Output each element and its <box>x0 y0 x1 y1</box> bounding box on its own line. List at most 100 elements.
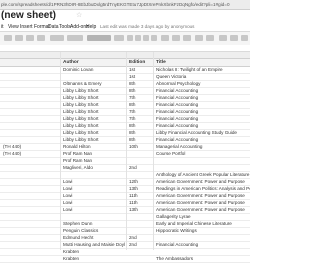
cell-title[interactable]: American Government: Power and Purpose <box>156 179 250 185</box>
cell-author[interactable]: Lowi <box>63 207 125 213</box>
font-family-select[interactable] <box>87 35 111 41</box>
borders-icon[interactable] <box>172 35 180 41</box>
address-bar[interactable]: ple.com/spreadsheets/d/1PRN3hDIR-8EbJbuD… <box>0 0 250 10</box>
column-letters-header[interactable] <box>0 52 250 59</box>
cell-edition[interactable]: 10th <box>129 144 151 150</box>
column-header-edition[interactable]: Edition <box>129 59 151 66</box>
cell-edition[interactable]: 13th <box>129 207 151 213</box>
table-row[interactable]: Edmund Hecht 2nd <box>0 235 250 242</box>
font-size-select[interactable] <box>114 35 124 41</box>
cell-author[interactable]: Libby Libby Short <box>63 109 125 115</box>
cell-id[interactable]: (TH 440) <box>3 151 57 157</box>
cell-title[interactable]: Financial Accounting <box>156 109 250 115</box>
cell-title[interactable]: Abnormal Psychology <box>156 81 250 87</box>
cell-author[interactable]: Lowi <box>63 200 125 206</box>
column-header-title[interactable]: Title <box>156 59 250 66</box>
cell-title[interactable]: Early and Imperial Chinese Literature <box>156 221 250 227</box>
table-row[interactable]: Libby Libby Short 8th Financial Accounting <box>0 102 250 109</box>
table-row[interactable]: Libby Libby Short 8th Financial Accounting <box>0 137 250 144</box>
bold-icon[interactable] <box>127 35 133 41</box>
wrap-icon[interactable] <box>206 35 214 41</box>
cell-title[interactable]: Financial Accounting <box>156 88 250 94</box>
table-row[interactable]: Magliveri, Aldo 2nd <box>0 165 250 172</box>
table-row[interactable]: Oltmanns & Emery 8th Abnormal Psychology <box>0 81 250 88</box>
table-row[interactable]: Lowi 13th Readings in American Politics: A… <box>0 186 250 193</box>
cell-title[interactable]: Anthology of Ancient Greek Popular Liter… <box>156 172 250 178</box>
cell-title[interactable]: American Government: Power and Purpose <box>156 193 250 199</box>
header-row[interactable]: Author Edition Title <box>0 59 250 67</box>
cell-title[interactable]: Libby Financial Accounting Study Guide <box>156 130 250 136</box>
table-row[interactable]: Lowi 12th American Government: Power and P… <box>0 179 250 186</box>
align-icon[interactable] <box>195 35 203 41</box>
table-row[interactable]: Lowi 11th American Government: Power and P… <box>0 193 250 200</box>
cell-edition[interactable]: 13th <box>129 186 151 192</box>
cell-author[interactable]: Libby Libby Short <box>63 88 125 94</box>
cell-title[interactable]: Hippocratic Writings <box>156 228 250 234</box>
table-row[interactable]: Libby Libby Short 7th Financial Accounting <box>0 109 250 116</box>
cell-title[interactable]: American Government: Power and Purpose <box>156 207 250 213</box>
cell-edition[interactable]: 8th <box>129 137 151 143</box>
cell-author[interactable]: Prof Ram Nan <box>63 158 125 164</box>
table-row[interactable]: Lowi 13th American Government: Power and P… <box>0 207 250 214</box>
menu-edit[interactable]: it <box>1 23 4 31</box>
cell-edition[interactable]: 2nd <box>129 242 151 248</box>
cell-edition[interactable]: 8th <box>129 102 151 108</box>
menu-view[interactable]: View <box>8 23 19 31</box>
cell-title[interactable]: Nicholas II: Twilight of an Empire <box>156 67 250 73</box>
cell-title[interactable]: Financial Accounting <box>156 95 250 101</box>
print-icon[interactable] <box>4 35 12 41</box>
cell-title[interactable]: The Ambassadors <box>156 256 250 262</box>
table-row[interactable]: (TH 440) Prof Ram Nan Course Portfol <box>0 151 250 158</box>
cell-title[interactable]: Course Portfol <box>156 151 250 157</box>
cell-edition[interactable]: 8th <box>129 81 151 87</box>
italic-icon[interactable] <box>135 35 141 41</box>
cell-title[interactable]: Readings in American Politics: Analysis … <box>156 186 250 192</box>
cell-title[interactable]: Queen Victoria <box>156 74 250 80</box>
cell-title[interactable]: Financial Accounting <box>156 102 250 108</box>
table-row[interactable]: Krabten The Ambassadors <box>0 256 250 263</box>
cell-edition[interactable]: 11th <box>129 193 151 199</box>
last-edit-text[interactable]: Last edit was made 3 days ago by anonymo… <box>100 23 194 31</box>
cell-title[interactable]: Financial Accounting <box>156 123 250 129</box>
table-row[interactable]: Lowi 11th American Government: Power and P… <box>0 200 250 207</box>
cell-author[interactable]: Libby Libby Short <box>63 137 125 143</box>
table-row[interactable]: Anthology of Ancient Greek Popular Liter… <box>0 172 250 179</box>
undo-icon[interactable] <box>15 35 23 41</box>
comment-icon[interactable] <box>230 35 238 41</box>
cell-edition[interactable]: 8th <box>129 123 151 129</box>
cell-author[interactable]: Lowi <box>63 179 125 185</box>
cell-edition[interactable]: 12th <box>129 179 151 185</box>
cell-author[interactable]: Dominic Lovan <box>63 67 125 73</box>
cell-author[interactable]: Krabten <box>63 256 125 262</box>
cell-author[interactable]: Libby Libby Short <box>63 95 125 101</box>
strikethrough-icon[interactable] <box>143 35 149 41</box>
cell-edition[interactable]: 8th <box>129 88 151 94</box>
cell-author[interactable]: Penguin Classics <box>63 228 125 234</box>
table-row[interactable]: Mutti Hausing and Maisie Doyle 2nd Financi… <box>0 242 250 249</box>
table-row[interactable]: (TH 440) Ronald Hilton 10th Managerial Acco… <box>0 144 250 151</box>
table-row[interactable]: Libby Libby Short 7th Financial Accounting <box>0 95 250 102</box>
cell-title[interactable]: Financial Accounting <box>156 137 250 143</box>
merge-cells-icon[interactable] <box>183 35 191 41</box>
menu-tools[interactable]: Tools <box>59 23 71 31</box>
cell-title[interactable]: Financial Accounting <box>156 242 250 248</box>
table-row[interactable]: Gallagerity Lyrae <box>0 214 250 221</box>
cell-edition[interactable]: 2nd <box>129 235 151 241</box>
menu-help[interactable]: Help <box>86 23 96 31</box>
table-row[interactable]: Penguin Classics Hippocratic Writings <box>0 228 250 235</box>
document-title[interactable]: (new sheet) <box>1 10 56 22</box>
number-format-button[interactable] <box>67 35 83 41</box>
cell-author[interactable]: Stephen Dunn <box>63 221 125 227</box>
cell-author[interactable]: Lowi <box>63 193 125 199</box>
cell-title[interactable]: Gallagerity Lyrae <box>156 214 250 220</box>
cell-author[interactable]: Ronald Hilton <box>63 144 125 150</box>
table-row[interactable]: Prof Ram Nan <box>0 158 250 165</box>
cell-edition[interactable]: 2nd <box>129 165 151 171</box>
table-row[interactable]: Libby Libby Short 8th Libby Financial Acco… <box>0 130 250 137</box>
redo-icon[interactable] <box>26 35 34 41</box>
table-row[interactable]: Libby Libby Short 7th Financial Accounting <box>0 116 250 123</box>
table-row[interactable]: Libby Libby Short 8th Financial Accounting <box>0 88 250 95</box>
table-row[interactable]: 1st Queen Victoria <box>0 74 250 81</box>
table-row[interactable]: Dominic Lovan 1st Nicholas II: Twilight of… <box>0 67 250 74</box>
cell-title[interactable]: American Government: Power and Purpose <box>156 200 250 206</box>
